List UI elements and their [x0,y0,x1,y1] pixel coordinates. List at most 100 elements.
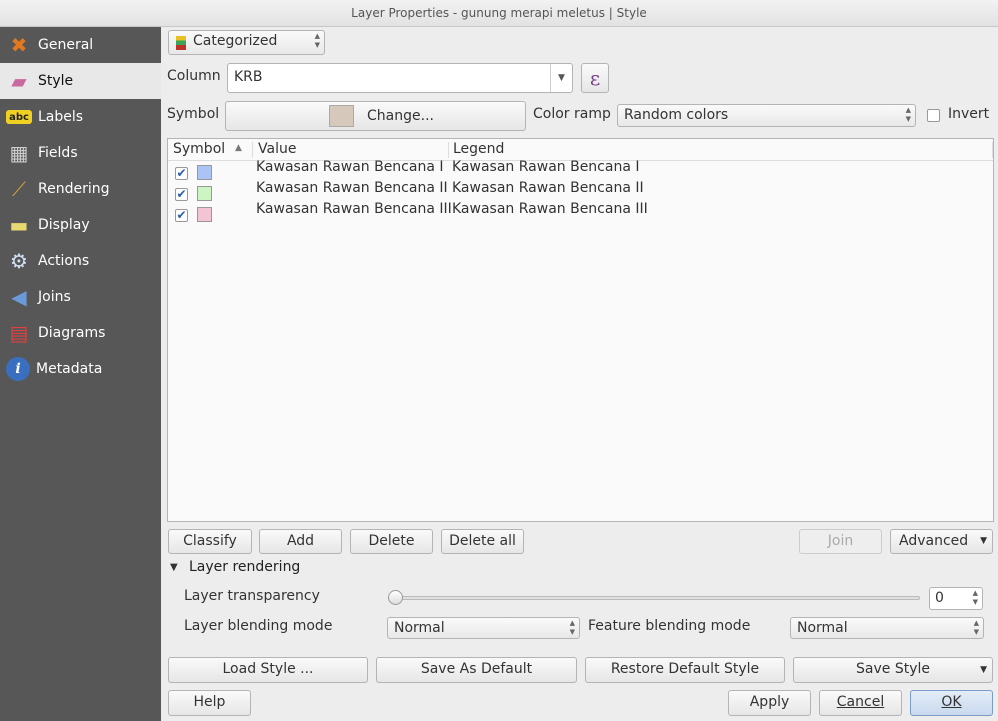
feature-blending-select[interactable]: Normal ▲ ▼ [790,617,984,639]
sidebar-item-rendering[interactable]: ⟋ Rendering [0,171,161,207]
sidebar-item-metadata[interactable]: i Metadata [0,351,161,387]
transparency-slider[interactable] [392,596,920,600]
sidebar-item-label: Fields [38,145,78,161]
sidebar: ✖ General ▰ Style abc Labels ▦ Fields ⟋ Rendering… [0,27,161,721]
speech-bubble-icon: ▬ [9,213,29,237]
blending-label: Layer blending mode [184,618,333,634]
symbol-label: Symbol [167,106,220,122]
layer-blending-value: Normal [394,620,445,636]
color-ramp-select[interactable]: Random colors ▲ ▼ [617,104,916,127]
chevron-down-icon[interactable]: ▼ [550,64,572,92]
category-checkbox[interactable]: ✔ [175,188,188,201]
sidebar-item-joins[interactable]: ◀ Joins [0,279,161,315]
change-label: Change... [367,108,434,124]
sidebar-item-label: Actions [38,253,90,269]
ok-button[interactable]: OK [910,690,993,716]
change-symbol-button[interactable]: Change... [225,101,526,131]
sidebar-item-fields[interactable]: ▦ Fields [0,135,161,171]
sidebar-item-label: Metadata [36,361,103,377]
add-button[interactable]: Add [259,529,342,554]
category-legend[interactable]: Kawasan Rawan Bencana II [452,180,644,196]
feature-blending-label: Feature blending mode [588,618,751,634]
column-select[interactable]: KRB ▼ [227,63,573,93]
advanced-label: Advanced [899,533,969,549]
delete-all-button[interactable]: Delete all [441,529,524,554]
sidebar-item-label: Labels [38,109,84,125]
sidebar-item-label: Display [38,217,90,233]
header-legend[interactable]: Legend [453,141,504,157]
renderer-type-select[interactable]: Categorized ▲ ▼ [168,30,325,55]
layer-blending-select[interactable]: Normal ▲ ▼ [387,617,580,639]
save-style-button[interactable]: Save Style ▼ [793,657,993,683]
sidebar-item-actions[interactable]: ⚙ Actions [0,243,161,279]
header-value[interactable]: Value [258,141,296,157]
spin-arrows-icon: ▲ ▼ [569,619,575,636]
info-icon: i [6,357,30,381]
epsilon-icon: ε [589,66,601,90]
transparency-value: 0 [935,590,944,606]
categories-table[interactable]: Symbol ▲ Value Legend ✔ Kawasan Rawan Be… [167,138,994,522]
sidebar-item-labels[interactable]: abc Labels [0,99,161,135]
save-style-label: Save Style [856,661,930,677]
abc-label-icon: abc [6,110,32,124]
sidebar-item-label: Diagrams [38,325,106,341]
transparency-label: Layer transparency [184,588,320,604]
category-legend[interactable]: Kawasan Rawan Bencana III [452,201,648,217]
category-symbol-swatch[interactable] [197,186,212,201]
restore-default-style-button[interactable]: Restore Default Style [585,657,785,683]
category-checkbox[interactable]: ✔ [175,167,188,180]
column-label: Column [167,68,221,84]
tools-icon: ✖ [10,33,28,57]
category-legend[interactable]: Kawasan Rawan Bencana I [452,159,640,175]
feature-blending-value: Normal [797,620,848,636]
chart-icon: ▤ [9,321,29,345]
sidebar-item-display[interactable]: ▬ Display [0,207,161,243]
category-symbol-swatch[interactable] [197,207,212,222]
collapse-triangle-icon[interactable]: ▼ [170,562,178,573]
category-checkbox[interactable]: ✔ [175,209,188,222]
table-row[interactable]: ✔ Kawasan Rawan Bencana I Kawasan Rawan … [168,159,993,182]
sidebar-item-general[interactable]: ✖ General [0,27,161,63]
category-value[interactable]: Kawasan Rawan Bencana II [256,180,448,196]
transparency-spinbox[interactable]: 0 ▲ ▼ [929,587,983,610]
category-value[interactable]: Kawasan Rawan Bencana III [256,201,452,217]
delete-button[interactable]: Delete [350,529,433,554]
load-style-button[interactable]: Load Style ... [168,657,368,683]
category-value[interactable]: Kawasan Rawan Bencana I [256,159,444,175]
category-symbol-swatch[interactable] [197,165,212,180]
cancel-button[interactable]: Cancel [819,690,902,716]
table-row[interactable]: ✔ Kawasan Rawan Bencana II Kawasan Rawan… [168,180,993,203]
help-button[interactable]: Help [168,690,251,716]
color-ramp-value: Random colors [624,107,729,123]
table-icon: ▦ [9,141,29,165]
sidebar-item-label: Style [38,73,74,89]
chevron-down-icon: ▼ [980,536,987,546]
column-value: KRB [234,69,263,85]
slider-handle[interactable] [388,590,403,605]
color-ramp-label: Color ramp [533,106,611,122]
invert-checkbox[interactable] [927,109,940,122]
classify-button[interactable]: Classify [168,529,252,554]
expression-button[interactable]: ε [581,63,609,93]
join-button[interactable]: Join [799,529,882,554]
symbol-preview [329,105,354,127]
paintbrush-icon: ▰ [11,69,27,93]
join-icon: ◀ [11,285,27,309]
layer-rendering-title[interactable]: Layer rendering [189,559,300,575]
table-header: Symbol ▲ Value Legend [168,139,993,161]
sidebar-item-diagrams[interactable]: ▤ Diagrams [0,315,161,351]
save-as-default-button[interactable]: Save As Default [376,657,577,683]
spin-arrows-icon[interactable]: ▲ ▼ [973,589,978,607]
sort-ascending-icon: ▲ [235,143,242,153]
apply-button[interactable]: Apply [728,690,811,716]
invert-label: Invert [948,106,990,122]
chevron-down-icon: ▼ [980,665,987,675]
sidebar-item-style[interactable]: ▰ Style [0,63,161,99]
header-symbol[interactable]: Symbol [173,141,225,157]
sidebar-item-label: Joins [38,289,71,305]
advanced-button[interactable]: Advanced ▼ [890,529,993,554]
categorized-icon [176,36,186,50]
sidebar-item-label: General [38,37,94,53]
table-row[interactable]: ✔ Kawasan Rawan Bencana III Kawasan Rawa… [168,201,993,224]
window-title: Layer Properties - gunung merapi meletus… [0,0,998,27]
